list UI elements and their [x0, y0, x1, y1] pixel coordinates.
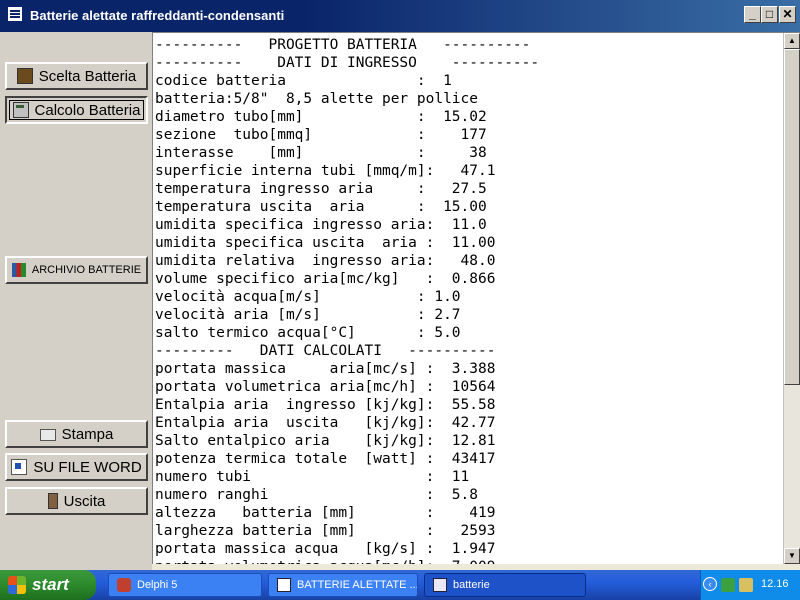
memo-line: interasse [mm] : 38 [155, 145, 487, 161]
memo-line: ---------- DATI DI INGRESSO ---------- [155, 55, 540, 71]
memo-line: temperatura ingresso aria : 27.5 [155, 181, 487, 197]
taskbar: start Delphi 5 BATTERIE ALETTATE ... bat… [0, 570, 800, 600]
start-button[interactable]: start [0, 570, 96, 600]
uscita-label: Uscita [63, 492, 106, 510]
tray-app-icon[interactable] [739, 578, 753, 592]
button-panel: Scelta Batteria Calcolo Batteria ARCHIVI… [0, 32, 152, 570]
vertical-scrollbar[interactable]: ▲ ▼ [783, 33, 800, 564]
memo-line: volume specifico aria[mc/kg] : 0.866 [155, 271, 496, 287]
calculator-icon [12, 102, 29, 118]
uscita-button[interactable]: Uscita [5, 487, 148, 515]
memo-line: numero tubi : 11 [155, 469, 470, 485]
memo-line: larghezza batteria [mm] : 2593 [155, 523, 496, 539]
su-file-word-button[interactable]: SU FILE WORD [5, 453, 148, 481]
calcolo-batteria-button[interactable]: Calcolo Batteria [5, 96, 148, 124]
close-button[interactable]: ✕ [779, 6, 796, 23]
system-tray: ‹ 12.16 [700, 570, 800, 600]
task-word-document[interactable]: BATTERIE ALETTATE ... [268, 573, 418, 597]
su-file-word-label: SU FILE WORD [33, 458, 142, 476]
results-memo[interactable]: ---------- PROGETTO BATTERIA ---------- -… [152, 32, 800, 564]
scelta-batteria-button[interactable]: Scelta Batteria [5, 62, 148, 90]
scroll-thumb[interactable] [784, 49, 800, 385]
calcolo-batteria-label: Calcolo Batteria [34, 101, 141, 119]
memo-line: umidita relativa ingresso aria: 48.0 [155, 253, 496, 269]
task-batterie[interactable]: batterie [424, 573, 586, 597]
memo-line: --------- DATI CALCOLATI ---------- [155, 343, 496, 359]
task-batterie-label: batterie [453, 579, 490, 591]
memo-line: portata massica acqua [kg/s] : 1.947 [155, 541, 496, 557]
memo-line: Entalpia aria ingresso [kj/kg]: 55.58 [155, 397, 496, 413]
memo-line: velocità acqua[m/s] : 1.0 [155, 289, 461, 305]
start-label: start [32, 575, 69, 594]
memo-line: umidita specifica uscita aria : 11.00 [155, 235, 496, 251]
memo-line: diametro tubo[mm] : 15.02 [155, 109, 487, 125]
archivio-batterie-label: ARCHIVIO BATTERIE [31, 264, 142, 276]
results-text[interactable]: ---------- PROGETTO BATTERIA ---------- -… [155, 36, 539, 564]
memo-line: Entalpia aria uscita [kj/kg]: 42.77 [155, 415, 496, 431]
delphi-icon [117, 578, 131, 592]
window-title: Batterie alettate raffreddanti-condensan… [30, 8, 285, 23]
memo-line: velocità aria [m/s] : 2.7 [155, 307, 461, 323]
memo-line: altezza batteria [mm] : 419 [155, 505, 496, 521]
memo-line: ---------- PROGETTO BATTERIA ---------- [155, 37, 531, 53]
word-icon [277, 578, 291, 592]
memo-line: umidita specifica ingresso aria: 11.0 [155, 217, 487, 233]
network-icon[interactable] [721, 578, 735, 592]
memo-line: batteria:5/8" 8,5 alette per pollice [155, 91, 479, 107]
scelta-batteria-label: Scelta Batteria [38, 67, 137, 85]
stampa-button[interactable]: Stampa [5, 420, 148, 448]
scroll-down-icon[interactable]: ▼ [784, 548, 800, 564]
memo-line: superficie interna tubi [mmq/m]: 47.1 [155, 163, 496, 179]
memo-line: temperatura uscita aria : 15.00 [155, 199, 487, 215]
memo-line: portata volumetrica aria[mc/h] : 10564 [155, 379, 496, 395]
memo-line: Salto entalpico aria [kj/kg]: 12.81 [155, 433, 496, 449]
chevron-left-icon[interactable]: ‹ [703, 577, 717, 591]
minimize-button[interactable]: _ [744, 6, 761, 23]
maximize-button[interactable]: □ [761, 6, 778, 23]
memo-line: numero ranghi : 5.8 [155, 487, 479, 503]
book-icon [16, 68, 33, 84]
app-icon[interactable] [8, 7, 22, 21]
app-window-icon [433, 578, 447, 592]
books-icon [11, 263, 26, 277]
stampa-label: Stampa [61, 425, 114, 443]
memo-line: salto termico acqua[°C] : 5.0 [155, 325, 461, 341]
title-bar[interactable]: Batterie alettate raffreddanti-condensan… [0, 0, 800, 32]
door-exit-icon [47, 493, 58, 509]
scroll-up-icon[interactable]: ▲ [784, 33, 800, 49]
word-document-icon [11, 459, 28, 475]
archivio-batterie-button[interactable]: ARCHIVIO BATTERIE [5, 256, 148, 284]
task-delphi-label: Delphi 5 [137, 579, 178, 591]
memo-line: portata massica aria[mc/s] : 3.388 [155, 361, 496, 377]
task-delphi[interactable]: Delphi 5 [108, 573, 262, 597]
memo-line: portata volumetrica acqua[mc/h]: 7.009 [155, 558, 539, 564]
task-word-label: BATTERIE ALETTATE ... [297, 579, 418, 591]
printer-icon [39, 429, 56, 441]
windows-logo-icon [8, 576, 26, 594]
memo-line: sezione tubo[mmq] : 177 [155, 127, 487, 143]
memo-line: potenza termica totale [watt] : 43417 [155, 451, 496, 467]
memo-line: codice batteria : 1 [155, 73, 452, 89]
clock[interactable]: 12.16 [761, 578, 789, 590]
